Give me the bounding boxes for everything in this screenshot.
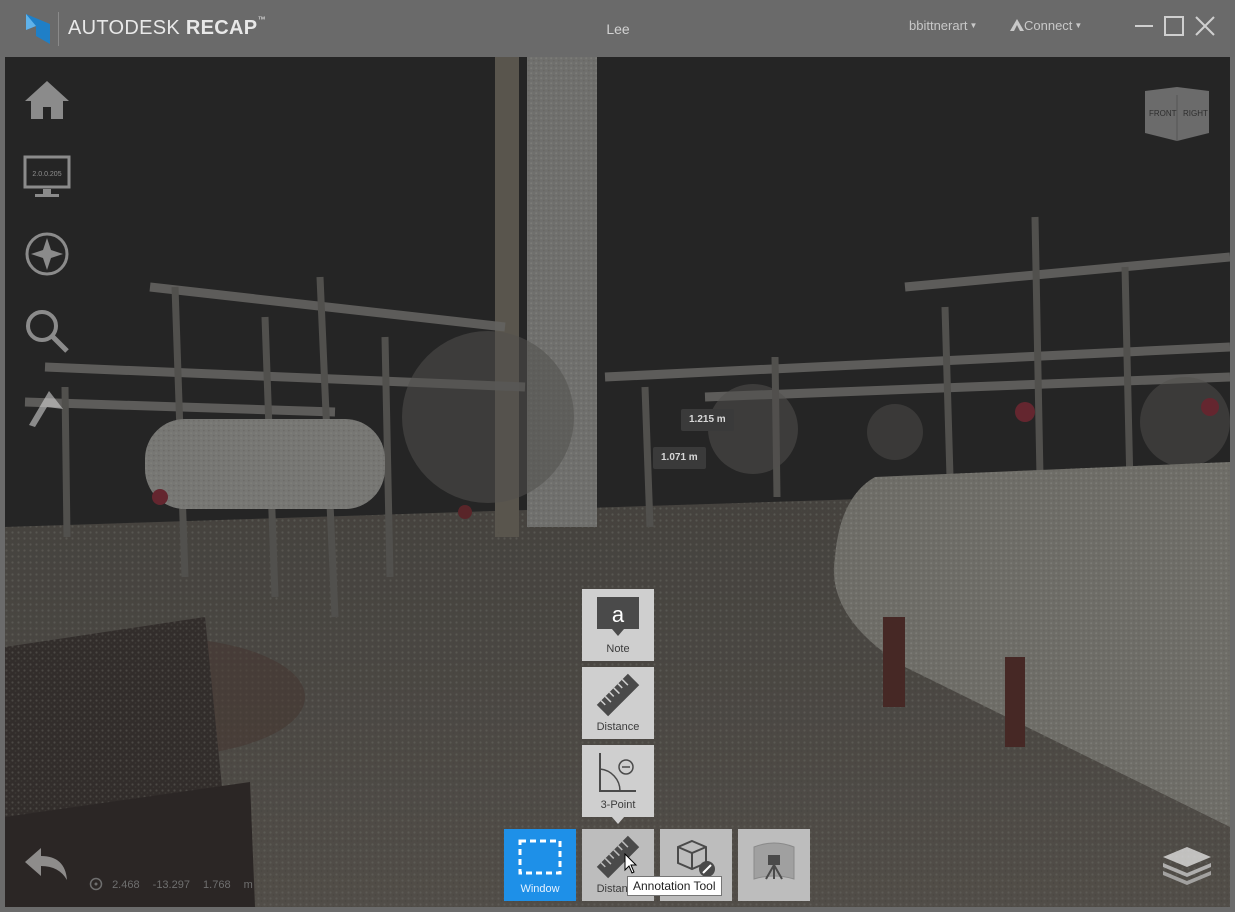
view-cube-right-label[interactable]: RIGHT xyxy=(1183,109,1208,118)
annotation-tool-tooltip: Annotation Tool xyxy=(627,876,722,896)
window-select-icon xyxy=(518,839,562,875)
connect-menu[interactable]: Connect ▼ xyxy=(1010,18,1082,33)
close-icon[interactable] xyxy=(1193,14,1217,38)
measurement-label[interactable]: 1.071 m xyxy=(653,447,706,469)
view-cube-front-label[interactable]: FRONT xyxy=(1149,109,1177,118)
autodesk-a-icon xyxy=(1010,19,1024,31)
user-menu[interactable]: bbittnerart ▼ xyxy=(909,18,977,33)
crosshair-icon xyxy=(89,877,103,891)
monitor-screen-text: 2.0.0.205 xyxy=(32,171,61,178)
autodesk-logo-icon xyxy=(26,14,50,44)
scan-station-icon xyxy=(753,842,795,880)
search-icon[interactable] xyxy=(23,307,71,355)
distance-tool-label: Distance xyxy=(596,721,640,733)
coord-x: 2.468 xyxy=(112,879,140,891)
brand-divider xyxy=(58,12,59,46)
mouse-cursor-icon xyxy=(624,853,638,874)
measurement-label[interactable]: 1.215 m xyxy=(681,409,734,431)
cube-edit-icon xyxy=(677,839,715,877)
coord-unit: m xyxy=(243,879,253,891)
window-select-label: Window xyxy=(520,883,560,895)
distance-tool-button[interactable]: Distance xyxy=(582,667,654,739)
note-icon-glyph: a xyxy=(612,602,625,627)
flag-icon[interactable] xyxy=(23,385,71,433)
popup-pointer xyxy=(611,816,625,824)
angle-icon xyxy=(599,753,636,792)
scan-station-button[interactable] xyxy=(738,829,810,901)
three-point-tool-button[interactable]: 3-Point xyxy=(582,745,654,817)
compass-icon[interactable] xyxy=(23,230,71,278)
project-title: Lee xyxy=(606,21,630,37)
note-icon: a xyxy=(597,597,639,636)
title-bar: AUTODESK RECAP™ Lee bbittnerart ▼ Connect… xyxy=(0,0,1235,57)
view-cube[interactable]: FRONT RIGHT xyxy=(1143,85,1211,143)
back-arrow-icon[interactable] xyxy=(23,844,71,884)
coord-z: 1.768 xyxy=(203,879,231,891)
layers-icon[interactable] xyxy=(1161,845,1213,885)
chevron-down-icon: ▼ xyxy=(969,21,978,30)
window-select-button[interactable]: Window xyxy=(504,829,576,901)
point-cloud-viewport[interactable]: 2.0.0.205 FRONT RIGHT 1.215 m 1.071 m a … xyxy=(5,57,1230,907)
chevron-down-icon: ▼ xyxy=(1074,21,1083,30)
note-tool-button[interactable]: a Note xyxy=(582,589,654,661)
monitor-icon[interactable]: 2.0.0.205 xyxy=(23,153,71,201)
coord-y: -13.297 xyxy=(152,879,190,891)
coordinate-readout: 2.468 -13.297 1.768 m xyxy=(89,877,263,891)
home-icon[interactable] xyxy=(23,77,71,125)
app-brand: AUTODESK RECAP™ xyxy=(68,15,266,39)
ruler-icon xyxy=(596,673,640,717)
minimize-icon[interactable] xyxy=(1132,14,1156,38)
maximize-icon[interactable] xyxy=(1162,14,1186,38)
note-tool-label: Note xyxy=(606,643,630,655)
three-point-tool-label: 3-Point xyxy=(600,799,636,811)
